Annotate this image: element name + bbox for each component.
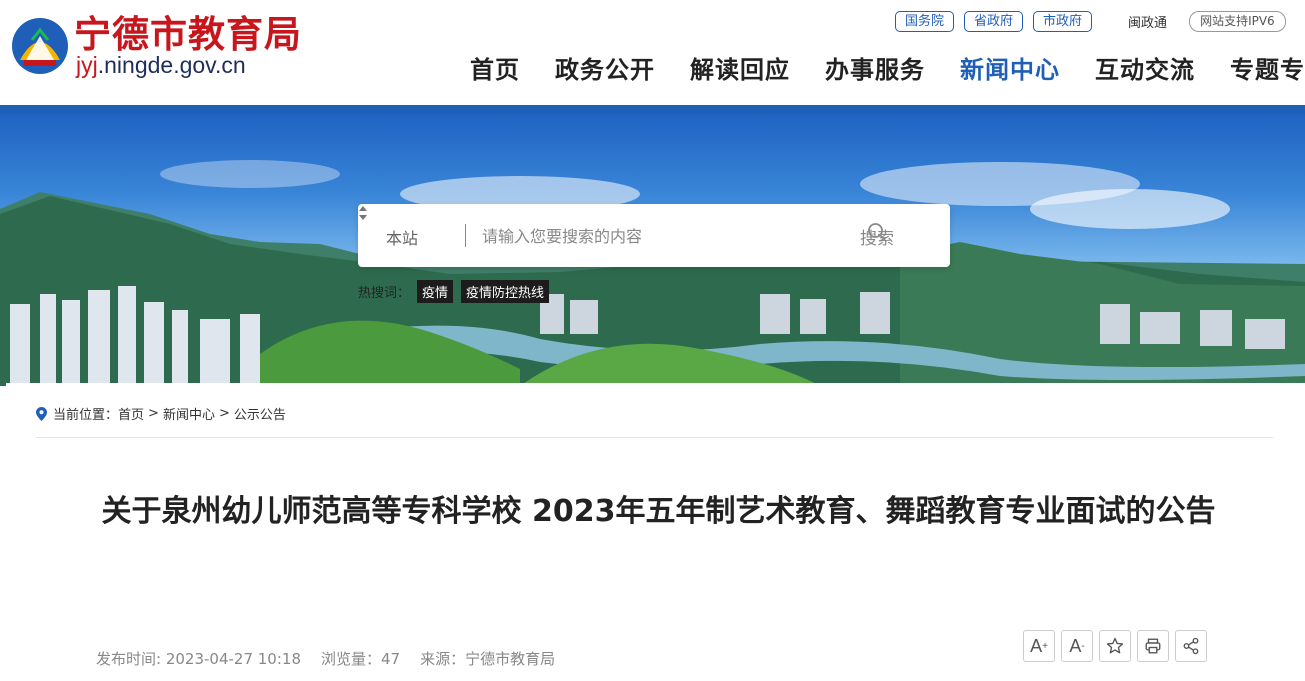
nav-gov-affairs[interactable]: 政务公开 [555,50,655,85]
share-button[interactable] [1175,630,1207,662]
domain-suffix: .ningde.gov.cn [97,52,246,78]
article-meta: 发布时间: 2023-04-27 10:18 浏览量：47 来源：宁德市教育局 [96,648,575,669]
main-nav: 首页 政务公开 解读回应 办事服务 新闻中心 互动交流 专题专栏 [470,50,1305,85]
domain-prefix: jyj [76,52,98,78]
link-min-zheng-tong[interactable]: 闽政通 [1128,12,1167,31]
breadcrumb-divider [36,437,1273,438]
hot-word-epidemic[interactable]: 疫情 [417,280,454,303]
font-decrease-sup: - [1081,640,1085,652]
ipv6-badge: 网站支持IPV6 [1189,10,1286,32]
breadcrumb: 当前位置： 首页 > 新闻中心 > 公示公告 [36,404,286,423]
link-provincial-gov[interactable]: 省政府 [964,10,1024,32]
site-domain: jyj.ningde.gov.cn [76,52,246,79]
site-header: 宁德市教育局 jyj.ningde.gov.cn 国务院 省政府 市政府 闽政通… [0,0,1305,105]
view-count: 浏览量：47 [321,650,401,668]
printer-icon [1145,638,1161,654]
article-source: 来源：宁德市教育局 [420,650,556,668]
nav-news-center[interactable]: 新闻中心 [960,50,1060,85]
star-icon [1106,637,1124,654]
search-divider [465,224,466,247]
link-state-council[interactable]: 国务院 [895,10,955,32]
top-links: 国务院 省政府 市政府 闽政通 网站支持IPV6 [895,10,1286,32]
print-button[interactable] [1137,630,1169,662]
font-decrease-label: A [1069,635,1082,656]
logo-emblem-icon[interactable] [10,16,70,76]
banner: 本站 搜索 热搜词： 疫情 疫情防控热线 [0,114,1305,386]
search-input[interactable] [482,222,842,250]
nav-special-topics[interactable]: 专题专栏 [1230,50,1305,85]
breadcrumb-announcements[interactable]: 公示公告 [234,404,286,423]
hot-words: 热搜词： 疫情 疫情防控热线 [358,280,557,303]
breadcrumb-news-center[interactable]: 新闻中心 [163,404,215,423]
search-box: 本站 搜索 [358,204,950,267]
font-increase-button[interactable]: A + [1023,630,1055,662]
favorite-button[interactable] [1099,630,1131,662]
nav-interpretation[interactable]: 解读回应 [690,50,790,85]
article-panel: 当前位置： 首页 > 新闻中心 > 公示公告 关于泉州幼儿师范高等专科学校 20… [6,383,1305,681]
breadcrumb-home[interactable]: 首页 [118,404,144,423]
article-title: 关于泉州幼儿师范高等专科学校 2023年五年制艺术教育、舞蹈教育专业面试的公告 [101,494,1216,529]
search-scope-select[interactable]: 本站 [386,225,418,249]
site-title[interactable]: 宁德市教育局 [74,4,302,58]
hot-words-label: 热搜词： [358,286,411,301]
header-divider [0,105,1305,114]
font-decrease-button[interactable]: A- [1061,630,1093,662]
hot-word-hotline[interactable]: 疫情防控热线 [461,280,550,303]
link-city-gov[interactable]: 市政府 [1033,10,1093,32]
publish-time: 发布时间: 2023-04-27 10:18 [96,650,301,668]
location-pin-icon [36,406,47,421]
search-icon [868,223,886,241]
article-tools: A + A- [1023,630,1213,662]
breadcrumb-separator: > [218,406,230,421]
nav-interaction[interactable]: 互动交流 [1095,50,1195,85]
nav-home[interactable]: 首页 [470,50,520,85]
search-button[interactable]: 搜索 [860,222,894,250]
breadcrumb-separator: > [148,406,159,421]
sort-arrows-icon[interactable] [358,204,368,222]
font-increase-sup: + [1042,640,1048,652]
breadcrumb-label: 当前位置： [53,408,119,423]
font-increase-label: A [1030,635,1043,656]
nav-services[interactable]: 办事服务 [825,50,925,85]
share-icon [1183,637,1199,655]
